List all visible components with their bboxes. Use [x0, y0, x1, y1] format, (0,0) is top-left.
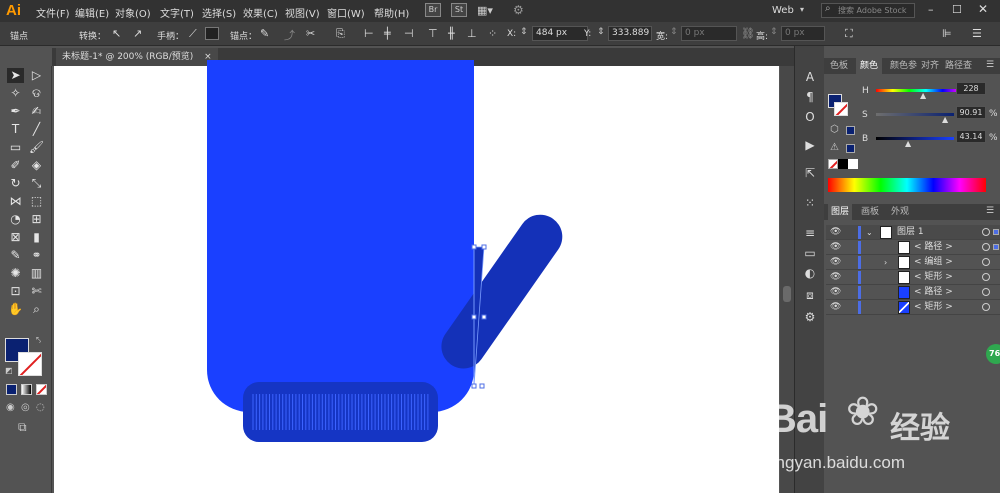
white-swatch[interactable]	[848, 159, 858, 169]
mitten-body-top	[207, 60, 474, 110]
visibility-eye-icon[interactable]: 👁	[830, 225, 841, 240]
hue-slider-thumb[interactable]: ▲	[920, 91, 926, 100]
export-panel-icon[interactable]: ⇱	[803, 166, 817, 180]
tab-pathfinder[interactable]: 路径查	[945, 58, 972, 74]
watermark-brand: Bai	[768, 397, 828, 441]
stroke-panel-icon[interactable]: ≡	[803, 226, 817, 240]
tab-color-guide[interactable]: 颜色参	[890, 58, 917, 74]
visibility-eye-icon[interactable]: 👁	[830, 300, 841, 315]
layer-color-bar	[858, 241, 861, 254]
color-spectrum[interactable]	[828, 178, 986, 192]
anchor-point-top-right[interactable]	[481, 244, 487, 250]
layer-target[interactable]	[982, 228, 990, 236]
tab-color[interactable]: 颜色	[856, 58, 883, 74]
actions-panel-icon[interactable]: ▶	[803, 138, 817, 152]
hue-label: H	[862, 86, 869, 96]
layer-row[interactable]: 👁 < 矩形 >	[826, 300, 1000, 315]
saturation-slider-thumb[interactable]: ▲	[942, 115, 948, 124]
layer-color-bar	[858, 286, 861, 299]
sublayer-target[interactable]	[982, 243, 990, 251]
sublayer-thumbnail	[898, 256, 910, 269]
brightness-slider-thumb[interactable]: ▲	[905, 139, 911, 148]
collapse-arrow-icon[interactable]: ⌄	[866, 225, 873, 240]
visibility-eye-icon[interactable]: 👁	[830, 255, 841, 270]
sublayer-name[interactable]: < 路径 >	[914, 285, 953, 300]
sublayer-target[interactable]	[982, 273, 990, 281]
sublayer-target[interactable]	[982, 258, 990, 266]
none-swatch[interactable]	[828, 159, 838, 169]
color-stroke-swatch[interactable]	[834, 102, 848, 116]
visibility-eye-icon[interactable]: 👁	[830, 240, 841, 255]
layer-selected-indicator[interactable]	[993, 229, 999, 235]
gamut-swatch[interactable]	[846, 126, 855, 135]
black-swatch[interactable]	[838, 159, 848, 169]
graphic-styles-icon[interactable]: ⚙	[803, 310, 817, 324]
layer-row[interactable]: 👁 < 路径 >	[826, 285, 1000, 300]
paragraph-panel-icon[interactable]: ¶	[803, 90, 817, 104]
saturation-unit: %	[989, 109, 998, 119]
layer-color-bar	[858, 301, 861, 314]
anchor-point-top[interactable]	[471, 244, 477, 250]
sublayer-name[interactable]: < 矩形 >	[914, 300, 953, 315]
mitten-cuff[interactable]	[243, 382, 438, 442]
panel-menu-icon[interactable]: ☰	[986, 60, 994, 70]
appearance-panel-icon[interactable]: ⧈	[803, 288, 817, 302]
layer-row[interactable]: 👁 < 矩形 >	[826, 270, 1000, 285]
layer-color-bar	[858, 271, 861, 284]
saturation-field[interactable]: 90.91	[956, 106, 986, 119]
sublayer-thumbnail	[898, 301, 910, 314]
sublayer-thumbnail	[898, 241, 910, 254]
layer-thumbnail	[880, 226, 892, 239]
baidu-watermark: Bai ❀ 经验 jingyan.baidu.com	[768, 383, 1000, 493]
layers-menu-icon[interactable]: ☰	[986, 206, 994, 216]
watermark-brand-cn: 经验	[890, 411, 950, 446]
sublayer-target[interactable]	[982, 288, 990, 296]
character-panel-icon[interactable]: A	[803, 70, 817, 84]
sublayer-thumbnail	[898, 286, 910, 299]
hue-field[interactable]: 228	[956, 82, 986, 95]
opentype-panel-icon[interactable]: O	[803, 110, 817, 124]
tab-align[interactable]: 对齐	[921, 58, 939, 74]
brightness-field[interactable]: 43.14	[956, 130, 986, 143]
anchor-point-mid-right[interactable]	[481, 314, 487, 320]
sublayer-name[interactable]: < 矩形 >	[914, 270, 953, 285]
transparency-panel-icon[interactable]: ◐	[803, 266, 817, 280]
sublayer-thumbnail	[898, 271, 910, 284]
anchor-point-bottom[interactable]	[471, 383, 477, 389]
transform-panel-icon[interactable]: ⁙	[803, 196, 817, 210]
tab-layers[interactable]: 图层	[828, 204, 853, 220]
tab-swatches[interactable]: 色板	[830, 58, 848, 74]
layer-row[interactable]: 👁 › < 编组 >	[826, 255, 1000, 270]
anchor-point-bottom-right[interactable]	[479, 383, 485, 389]
expand-arrow-icon[interactable]: ›	[884, 255, 887, 270]
mitten-body[interactable]	[207, 60, 474, 412]
out-of-gamut-icon[interactable]: ⬡	[830, 124, 839, 135]
sublayer-name[interactable]: < 路径 >	[914, 240, 953, 255]
visibility-eye-icon[interactable]: 👁	[830, 270, 841, 285]
saturation-label: S	[862, 110, 868, 120]
layer-color-bar	[858, 256, 861, 269]
brightness-slider[interactable]	[876, 137, 954, 140]
brightness-label: B	[862, 134, 869, 144]
layer-color-bar	[858, 226, 861, 239]
layer-row[interactable]: 👁 ⌄ 图层 1	[826, 225, 1000, 240]
visibility-eye-icon[interactable]: 👁	[830, 285, 841, 300]
sublayer-target[interactable]	[982, 303, 990, 311]
web-safe-warning-icon[interactable]: ⚠	[830, 142, 839, 153]
layer-name[interactable]: 图层 1	[897, 225, 924, 240]
sublayer-selected-indicator[interactable]	[993, 244, 999, 250]
paw-logo-icon: ❀	[846, 389, 880, 435]
tab-artboards[interactable]: 画板	[861, 204, 879, 220]
gradient-panel-icon[interactable]: ▭	[803, 246, 817, 260]
watermark-url: jingyan.baidu.com	[768, 453, 906, 472]
sublayer-name[interactable]: < 编组 >	[914, 255, 953, 270]
tab-appearance[interactable]: 外观	[891, 204, 909, 220]
layer-row[interactable]: 👁 < 路径 >	[826, 240, 1000, 255]
brightness-unit: %	[989, 133, 998, 143]
anchor-point-mid[interactable]	[471, 314, 477, 320]
web-safe-swatch[interactable]	[846, 144, 855, 153]
notification-badge[interactable]: 76	[986, 344, 1000, 364]
